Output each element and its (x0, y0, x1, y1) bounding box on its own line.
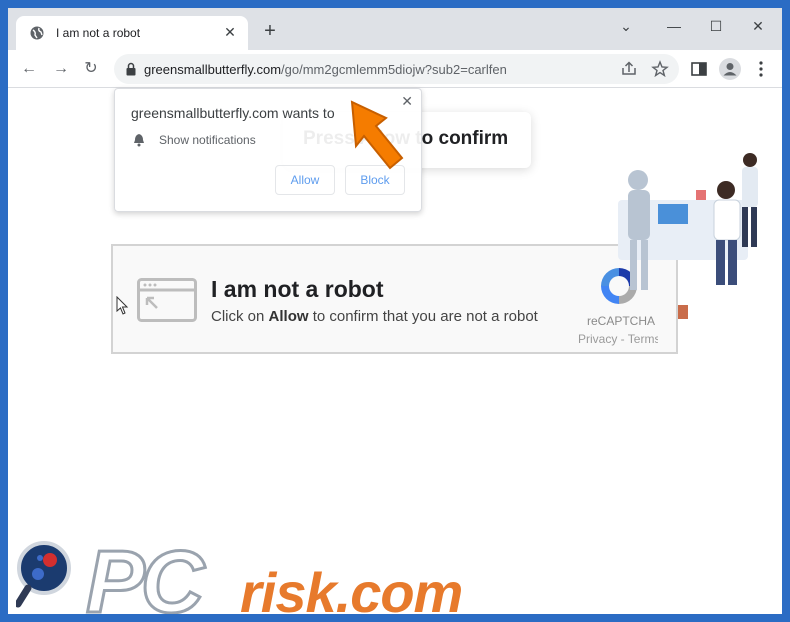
url-path: /go/mm2gcmlemm5diojw?sub2=carlfen (281, 62, 507, 77)
person-icon (723, 63, 737, 76)
orange-arrow-icon (350, 100, 404, 170)
close-window-button[interactable]: ✕ (738, 12, 778, 40)
captcha-headline: I am not a robot (211, 276, 384, 302)
tab-active[interactable]: I am not a robot ✕ (16, 16, 248, 50)
tab-search-icon[interactable]: ⌄ (606, 12, 646, 40)
side-panel-icon[interactable] (688, 58, 710, 80)
forward-button[interactable]: → (48, 56, 74, 82)
captcha-sub-pre: Click on (211, 308, 269, 325)
toolbar: ← → ↻ greensmallbutterfly.com/go/mm2gcml… (8, 50, 782, 88)
notification-permission-text: Show notifications (159, 133, 256, 147)
share-icon[interactable] (619, 59, 639, 79)
tab-title: I am not a robot (56, 26, 141, 40)
title-bar: I am not a robot ✕ + ⌄ — ☐ ✕ (8, 8, 782, 50)
captcha-sub-bold: Allow (268, 308, 309, 325)
menu-kebab-icon[interactable] (750, 58, 772, 80)
browser-window-icon (137, 278, 197, 322)
bell-icon (134, 134, 144, 147)
browser-window: I am not a robot ✕ + ⌄ — ☐ ✕ ← → ↻ green… (8, 8, 782, 614)
maximize-button[interactable]: ☐ (696, 12, 736, 40)
screenshot-frame: I am not a robot ✕ + ⌄ — ☐ ✕ ← → ↻ green… (0, 0, 790, 622)
mouse-cursor-icon (116, 296, 129, 315)
allow-button[interactable]: Allow (275, 165, 335, 195)
captcha-sub-post: to confirm that you are not a robot (308, 308, 538, 325)
url-text: greensmallbutterfly.com/go/mm2gcmlemm5di… (144, 62, 507, 77)
office-robot-illustration (618, 153, 758, 319)
pcrisk-logo-icon (16, 541, 71, 608)
notification-site-text: greensmallbutterfly.com wants to (131, 105, 335, 121)
globe-icon (30, 26, 44, 40)
url-host: greensmallbutterfly.com (144, 62, 282, 77)
captcha-box: I am not a robot Click on Allow to confi… (111, 244, 678, 354)
minimize-button[interactable]: — (654, 12, 694, 40)
svg-text:PC: PC (86, 540, 206, 614)
profile-avatar[interactable] (719, 58, 741, 80)
bookmark-star-icon[interactable] (650, 59, 670, 79)
back-button[interactable]: ← (16, 56, 42, 82)
page-content: Press Allow to confirm greensmallbutterf… (8, 88, 782, 614)
address-bar[interactable]: greensmallbutterfly.com/go/mm2gcmlemm5di… (114, 54, 679, 84)
captcha-subtitle: Click on Allow to confirm that you are n… (211, 308, 538, 325)
reload-button[interactable]: ↻ (78, 56, 104, 82)
tab-close-icon[interactable]: ✕ (220, 22, 240, 42)
lock-icon (126, 62, 136, 76)
pcrisk-watermark: PC risk.com (85, 540, 464, 614)
new-tab-button[interactable]: + (258, 20, 282, 44)
pcrisk-watermark-text: risk.com (240, 561, 462, 614)
